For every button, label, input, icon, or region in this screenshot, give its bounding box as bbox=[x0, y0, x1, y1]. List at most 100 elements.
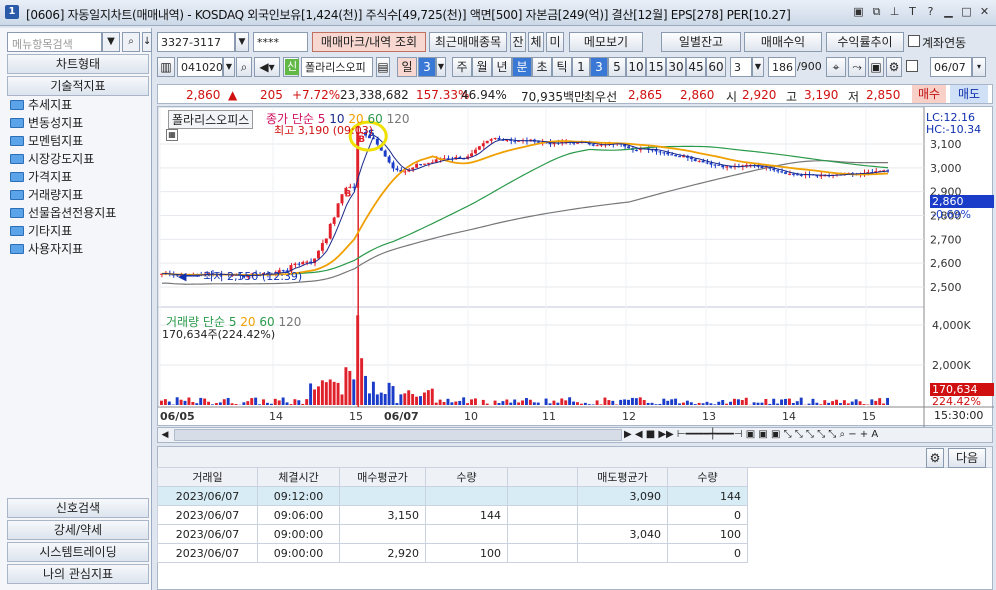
candle bbox=[709, 162, 713, 165]
minute-10[interactable]: 10 bbox=[626, 57, 646, 77]
account-input[interactable]: 3327-3117 bbox=[157, 32, 235, 52]
next-button[interactable]: 다음 bbox=[948, 448, 986, 468]
period-year[interactable]: 년 bbox=[492, 57, 512, 77]
minute-1[interactable]: 1 bbox=[572, 57, 590, 77]
table-row[interactable]: 2023/06/07 09:00:00 3,040 100 bbox=[157, 524, 748, 544]
password-input[interactable]: **** bbox=[253, 32, 308, 52]
tree-item[interactable]: 기타지표 bbox=[10, 222, 116, 240]
search-icon[interactable]: ⌕ bbox=[236, 57, 252, 77]
table-row[interactable]: 2023/06/07 09:12:00 3,090 144 bbox=[157, 486, 748, 506]
tree-item[interactable]: 거래량지표 bbox=[10, 186, 116, 204]
table-row[interactable]: 2023/06/07 09:00:00 2,920 100 0 bbox=[157, 543, 748, 563]
candle bbox=[332, 217, 336, 224]
memo-button[interactable]: 메모보기 bbox=[569, 32, 643, 52]
volume-bar bbox=[419, 396, 422, 405]
gear-icon[interactable]: ⚙ bbox=[926, 448, 944, 468]
calendar-icon[interactable]: ▾ bbox=[972, 57, 986, 77]
candle bbox=[634, 150, 638, 152]
strength-button[interactable]: 강세/약세 bbox=[7, 520, 149, 540]
pin-icon[interactable]: ⊥ bbox=[887, 5, 902, 20]
chevron-down-icon[interactable]: ▼ bbox=[223, 57, 235, 77]
chart-type-icon[interactable]: ▥ bbox=[157, 57, 175, 77]
chevron-down-icon[interactable]: ▼ bbox=[752, 57, 764, 77]
minute-30[interactable]: 30 bbox=[666, 57, 686, 77]
stock-code-input[interactable]: 041020 bbox=[177, 57, 223, 77]
scroll-left-icon[interactable]: ◀ bbox=[158, 428, 172, 442]
minute-15[interactable]: 15 bbox=[646, 57, 666, 77]
menu-search-input[interactable]: 메뉴항목검색 bbox=[7, 32, 102, 52]
chart-scrollbar[interactable]: ◀ ▶ ◀ ■ ▶▶ ⊢━━━━┿━━━⊣ ▣ ▣ ▣ ⤡ ⤡ ⤡ ⤡ ⤡ ⌕ … bbox=[157, 427, 993, 443]
chart-area[interactable]: 3,100 3,000 2,900 2,800 2,700 2,600 2,500 4,000… bbox=[157, 106, 994, 427]
chart-form-button[interactable]: 차트형태 bbox=[7, 54, 149, 74]
help-icon[interactable]: ? bbox=[923, 5, 938, 20]
save-icon[interactable]: ▣ bbox=[868, 57, 884, 77]
account-link-checkbox[interactable] bbox=[908, 35, 920, 47]
font-icon[interactable]: T bbox=[905, 5, 920, 20]
search-icon[interactable]: ⌕ bbox=[122, 32, 140, 52]
count-select[interactable]: 3 bbox=[730, 57, 752, 77]
crosshair-icon[interactable]: ⌖ bbox=[826, 57, 846, 77]
period-tick[interactable]: 틱 bbox=[552, 57, 572, 77]
minute-3[interactable]: 3 bbox=[590, 57, 608, 77]
tree-item[interactable]: 모멘텀지표 bbox=[10, 132, 116, 150]
table-cell: 0 bbox=[667, 505, 748, 525]
buy-button[interactable]: 매수 bbox=[912, 85, 946, 103]
maximize-icon[interactable]: □ bbox=[959, 5, 974, 20]
volume-bar bbox=[701, 403, 705, 405]
trade-profit-button[interactable]: 매매수익 bbox=[744, 32, 822, 52]
period-month[interactable]: 월 bbox=[472, 57, 492, 77]
table-row[interactable]: 2023/06/07 09:06:00 3,150 144 0 bbox=[157, 505, 748, 525]
signal-search-button[interactable]: 신호검색 bbox=[7, 498, 149, 518]
jan-button[interactable]: 잔 bbox=[510, 32, 526, 52]
scroll-thumb[interactable] bbox=[174, 429, 622, 441]
daily-balance-button[interactable]: 일별잔고 bbox=[661, 32, 741, 52]
count-input[interactable]: 186 bbox=[768, 57, 796, 77]
my-indicator-button[interactable]: 나의 관심지표 bbox=[7, 564, 149, 584]
period-day-count[interactable]: 3 bbox=[418, 57, 436, 77]
current-pct: -0.69% bbox=[932, 208, 971, 221]
stock-name: 폴라리스오피 bbox=[301, 57, 373, 77]
minute-5[interactable]: 5 bbox=[608, 57, 626, 77]
period-day[interactable]: 일 bbox=[397, 57, 417, 77]
minimize-icon[interactable]: ▁ bbox=[941, 5, 956, 20]
speaker-icon[interactable]: ◀▾ bbox=[254, 57, 280, 77]
trend-icon[interactable]: ⤳ bbox=[848, 57, 866, 77]
memo-icon[interactable]: ▤ bbox=[376, 57, 390, 77]
recent-items-button[interactable]: 최근매매종목 bbox=[429, 32, 507, 52]
volume-bar bbox=[725, 403, 729, 405]
price-chart-svg[interactable]: 3,1003,0002,9002,8002,7002,6002,5004,000… bbox=[158, 107, 994, 427]
minute-60[interactable]: 60 bbox=[706, 57, 726, 77]
system-trading-button[interactable]: 시스템트레이딩 bbox=[7, 542, 149, 562]
period-second[interactable]: 초 bbox=[532, 57, 552, 77]
gear-icon[interactable]: ⚙ bbox=[886, 57, 902, 77]
mi-button[interactable]: 미 bbox=[546, 32, 564, 52]
tree-item[interactable]: 변동성지표 bbox=[10, 114, 116, 132]
download-icon[interactable]: ↓ bbox=[142, 32, 152, 52]
volume-bar bbox=[269, 403, 273, 405]
period-week[interactable]: 주 bbox=[452, 57, 472, 77]
tech-indicator-button[interactable]: 기술적지표 bbox=[7, 76, 149, 96]
trade-mark-button[interactable]: 매매마크/내역 조회 bbox=[312, 32, 426, 52]
tree-item[interactable]: 추세지표 bbox=[10, 96, 116, 114]
playback-controls[interactable]: ▶ ◀ ■ ▶▶ ⊢━━━━┿━━━⊣ ▣ ▣ ▣ ⤡ ⤡ ⤡ ⤡ ⤡ ⌕ − … bbox=[624, 428, 878, 442]
minute-45[interactable]: 45 bbox=[686, 57, 706, 77]
sell-button[interactable]: 매도 bbox=[950, 85, 988, 103]
period-minute[interactable]: 분 bbox=[512, 57, 532, 77]
che-button[interactable]: 체 bbox=[528, 32, 544, 52]
grid-icon[interactable]: ▦ bbox=[166, 129, 178, 141]
chevron-down-icon[interactable]: ▼ bbox=[102, 32, 120, 52]
folder-icon bbox=[10, 172, 24, 182]
tree-item[interactable]: 선물옵션전용지표 bbox=[10, 204, 116, 222]
layout-icon[interactable]: ▣ bbox=[851, 5, 866, 20]
profit-trend-button[interactable]: 수익률추이 bbox=[826, 32, 904, 52]
date-input[interactable]: 06/07 bbox=[930, 57, 972, 77]
close-icon[interactable]: ✕ bbox=[977, 5, 992, 20]
window-icon[interactable]: ⧉ bbox=[869, 5, 884, 20]
chevron-down-icon[interactable]: ▼ bbox=[436, 57, 446, 77]
tree-item[interactable]: 사용자지표 bbox=[10, 240, 116, 258]
chevron-down-icon[interactable]: ▼ bbox=[235, 32, 249, 52]
tree-item[interactable]: 가격지표 bbox=[10, 168, 116, 186]
tree-item[interactable]: 시장강도지표 bbox=[10, 150, 116, 168]
table-cell: 100 bbox=[425, 543, 508, 563]
date-checkbox[interactable] bbox=[906, 60, 918, 72]
